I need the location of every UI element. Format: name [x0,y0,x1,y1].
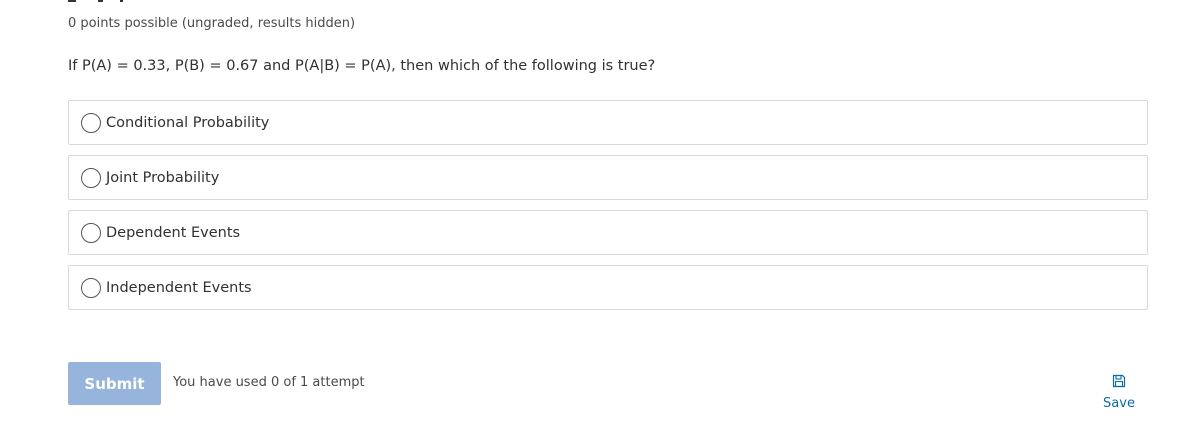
option-label: Dependent Events [106,224,241,241]
save-label: Save [1103,396,1135,411]
radio-button[interactable] [81,277,101,298]
save-button[interactable]: Save [1098,374,1140,411]
option-label: Joint Probability [106,169,220,186]
radio-button[interactable] [81,222,101,243]
option-conditional-probability[interactable]: Conditional Probability [68,100,1148,145]
question-text: If P(A) = 0.33, P(B) = 0.67 and P(A|B) =… [68,58,656,74]
floppy-disk-icon [1112,374,1126,388]
option-label: Conditional Probability [106,114,270,131]
radio-button[interactable] [81,112,101,133]
attempts-text: You have used 0 of 1 attempt [173,375,365,390]
option-dependent-events[interactable]: Dependent Events [68,210,1148,255]
cut-off-heading-fragment [68,0,188,2]
option-joint-probability[interactable]: Joint Probability [68,155,1148,200]
submit-button[interactable]: Submit [68,362,161,405]
answer-options: Conditional Probability Joint Probabilit… [68,100,1148,320]
option-label: Independent Events [106,279,252,296]
points-possible-text: 0 points possible (ungraded, results hid… [68,16,356,31]
option-independent-events[interactable]: Independent Events [68,265,1148,310]
radio-button[interactable] [81,167,101,188]
